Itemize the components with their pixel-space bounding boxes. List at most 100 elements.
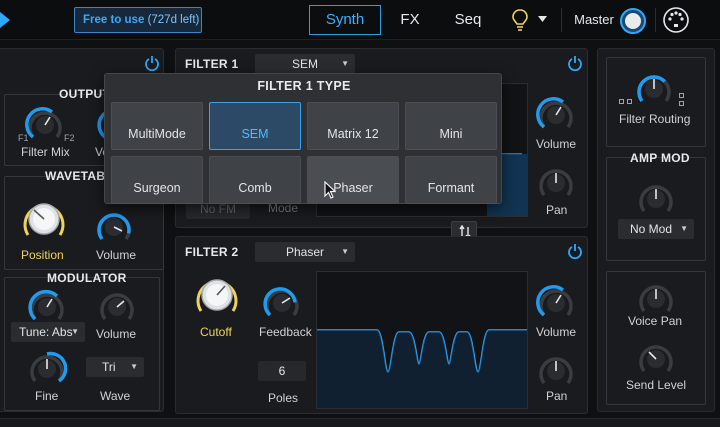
filter1-volume-knob[interactable] bbox=[536, 97, 576, 131]
filter-routing-knob[interactable] bbox=[634, 71, 674, 105]
tab-seq[interactable]: Seq bbox=[448, 6, 488, 34]
filter-mix-knob[interactable] bbox=[25, 107, 65, 141]
filter-type-option-matrix-12[interactable]: Matrix 12 bbox=[307, 102, 399, 150]
fine-label: Fine bbox=[35, 389, 59, 403]
amp-mod-header: AMP MOD bbox=[630, 151, 690, 165]
amp-mod-value: No Mod bbox=[630, 222, 673, 236]
promo-days: (727d left) bbox=[147, 14, 200, 26]
f2-label: F2 bbox=[64, 133, 75, 143]
voice-pan-knob[interactable] bbox=[636, 281, 676, 315]
wave-value: Tri bbox=[102, 360, 116, 374]
filter-type-option-surgeon[interactable]: Surgeon bbox=[111, 156, 203, 204]
filter1-type-dropdown[interactable]: SEM ▼ bbox=[255, 54, 355, 74]
cutoff-knob[interactable] bbox=[195, 275, 239, 315]
chevron-down-icon: ▼ bbox=[341, 59, 349, 68]
filter-type-option-formant[interactable]: Formant bbox=[405, 156, 497, 204]
filter2-pan-knob[interactable] bbox=[536, 353, 576, 387]
top-bar: Free to use (727d left) Synth FX Seq Mas… bbox=[0, 0, 720, 40]
free-to-use-badge[interactable]: Free to use (727d left) bbox=[74, 7, 202, 33]
modulator-volume-label: Volume bbox=[96, 327, 137, 341]
chevron-down-icon: ▼ bbox=[680, 224, 688, 233]
amp-mod-dropdown[interactable]: No Mod ▼ bbox=[618, 219, 694, 239]
option-label: Formant bbox=[427, 181, 475, 195]
filter2-pan-label: Pan bbox=[546, 389, 568, 403]
divider bbox=[561, 8, 562, 32]
filter-mix-label: Filter Mix bbox=[21, 145, 70, 159]
filter2-response-display bbox=[316, 271, 528, 409]
filter-type-option-sem[interactable]: SEM bbox=[209, 102, 301, 150]
chevron-down-icon[interactable] bbox=[538, 16, 547, 23]
promo-text: Free to use bbox=[83, 14, 145, 26]
serial-routing-icon bbox=[619, 99, 632, 104]
filter-routing-label: Filter Routing bbox=[619, 112, 691, 126]
option-label: Mini bbox=[439, 127, 463, 141]
position-knob[interactable] bbox=[22, 199, 66, 239]
filter1-pan-label: Pan bbox=[546, 203, 568, 217]
master-label: Master bbox=[574, 12, 614, 27]
send-level-knob[interactable] bbox=[636, 341, 676, 375]
chevron-down-icon: ▼ bbox=[130, 362, 138, 371]
poles-label: Poles bbox=[268, 391, 299, 405]
filter-type-option-multimode[interactable]: MultiMode bbox=[111, 102, 203, 150]
option-label: SEM bbox=[241, 127, 269, 141]
tune-mode-dropdown[interactable]: Tune: Abs ▼ bbox=[11, 322, 85, 342]
bottom-strip bbox=[0, 418, 720, 427]
option-label: Matrix 12 bbox=[327, 127, 379, 141]
output-header: OUTPUT bbox=[59, 87, 111, 101]
lightbulb-icon[interactable] bbox=[511, 8, 529, 32]
mouse-cursor-icon bbox=[324, 181, 336, 199]
modulator-header: MODULATOR bbox=[47, 271, 127, 285]
poles-field[interactable]: 6 bbox=[258, 361, 306, 381]
filter2-header: FILTER 2 bbox=[185, 245, 239, 259]
filter-type-option-phaser[interactable]: Phaser bbox=[307, 156, 399, 204]
filter1-header: FILTER 1 bbox=[185, 57, 239, 71]
cutoff-label: Cutoff bbox=[200, 325, 232, 339]
feedback-label: Feedback bbox=[259, 325, 312, 339]
wavetable-volume-label: Volume bbox=[96, 248, 137, 262]
option-label: Surgeon bbox=[133, 181, 181, 195]
tune-mode-value: Tune: Abs bbox=[19, 325, 73, 339]
amp-mod-knob[interactable] bbox=[636, 181, 676, 215]
send-level-label: Send Level bbox=[626, 378, 687, 392]
wave-label: Wave bbox=[100, 389, 131, 403]
modulator-volume-knob[interactable] bbox=[97, 289, 137, 323]
filter2-type-value: Phaser bbox=[285, 245, 325, 259]
wave-dropdown[interactable]: Tri ▼ bbox=[86, 357, 144, 377]
position-label: Position bbox=[21, 248, 64, 262]
filter1-volume-label: Volume bbox=[536, 137, 577, 151]
tune-knob[interactable] bbox=[27, 289, 67, 323]
filter2-curve bbox=[317, 329, 527, 408]
power-icon[interactable] bbox=[144, 55, 160, 71]
parallel-routing-icon bbox=[679, 93, 684, 106]
filter2-panel: FILTER 2 Phaser ▼ Cutoff Feedback 6 Pole… bbox=[175, 236, 588, 414]
wavetable-volume-knob[interactable] bbox=[94, 209, 134, 243]
popup-title: FILTER 1 TYPE bbox=[257, 79, 351, 93]
divider bbox=[655, 8, 656, 32]
chevron-down-icon: ▼ bbox=[71, 327, 79, 336]
f1-label: F1 bbox=[18, 133, 29, 143]
chevron-down-icon: ▼ bbox=[341, 247, 349, 256]
voice-pan-label: Voice Pan bbox=[628, 314, 683, 328]
power-icon[interactable] bbox=[567, 55, 583, 71]
filter2-type-dropdown[interactable]: Phaser ▼ bbox=[255, 242, 355, 262]
filter-type-option-mini[interactable]: Mini bbox=[405, 102, 497, 150]
fine-knob[interactable] bbox=[27, 351, 67, 385]
feedback-knob[interactable] bbox=[262, 285, 302, 319]
option-label: MultiMode bbox=[128, 127, 186, 141]
play-icon[interactable] bbox=[0, 12, 10, 28]
wavetable-header: WAVETABL bbox=[45, 169, 113, 183]
power-icon[interactable] bbox=[567, 243, 583, 259]
filter2-volume-knob[interactable] bbox=[536, 285, 576, 319]
filter1-type-value: SEM bbox=[291, 57, 318, 71]
midi-icon[interactable] bbox=[662, 6, 690, 34]
filter2-volume-label: Volume bbox=[536, 325, 577, 339]
filter1-pan-knob[interactable] bbox=[536, 165, 576, 199]
option-label: Phaser bbox=[333, 181, 373, 195]
filter-type-option-comb[interactable]: Comb bbox=[209, 156, 301, 204]
tab-synth[interactable]: Synth bbox=[309, 5, 381, 35]
filter1-type-popup: FILTER 1 TYPE MultiMode SEM Matrix 12 Mi… bbox=[104, 73, 502, 204]
option-label: Comb bbox=[238, 181, 272, 195]
tab-fx[interactable]: FX bbox=[390, 6, 430, 34]
master-volume-knob[interactable] bbox=[619, 7, 647, 35]
right-panel: Filter Routing AMP MOD No Mod ▼ Voice Pa… bbox=[597, 48, 715, 412]
